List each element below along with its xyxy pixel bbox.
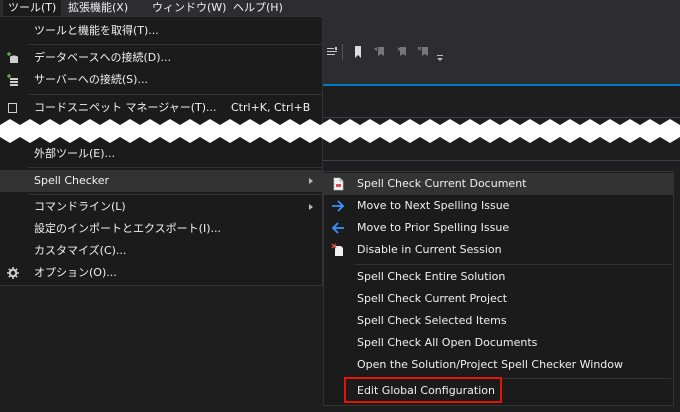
submenu-item-label: Move to Next Spelling Issue — [357, 199, 510, 212]
menu-item-connect-server[interactable]: サーバーへの接続(S)... — [0, 69, 322, 91]
submenu-item-label: Spell Check Current Document — [357, 177, 527, 190]
menu-tools[interactable]: ツール(T) — [2, 0, 63, 16]
menu-item-shortcut: Ctrl+K, Ctrl+B — [231, 101, 311, 114]
spell-check-current-document[interactable]: Spell Check Current Document — [324, 173, 673, 195]
prev-bookmark-icon[interactable] — [374, 46, 386, 58]
submenu-separator — [355, 264, 671, 265]
move-to-next-spelling-issue[interactable]: Move to Next Spelling Issue — [324, 195, 673, 217]
menu-item-external-tools[interactable]: 外部ツール(E)... — [0, 143, 322, 165]
clear-bookmarks-icon[interactable] — [418, 46, 430, 58]
open-spell-checker-window[interactable]: Open the Solution/Project Spell Checker … — [324, 354, 673, 376]
menu-item-label: 設定のインポートとエクスポート(I)... — [34, 222, 221, 235]
menu-item-label: コードスニペット マネージャー(T)... — [34, 101, 217, 114]
bookmark-icon[interactable] — [352, 46, 364, 58]
spell-check-current-project[interactable]: Spell Check Current Project — [324, 288, 673, 310]
screenshot-cut — [0, 119, 680, 143]
menu-separator — [28, 94, 322, 95]
menu-item-label: カスタマイズ(C)... — [34, 244, 127, 257]
menu-item-label: データベースへの接続(D)... — [34, 51, 171, 64]
tools-menu: ツールと機能を取得(T)... データベースへの接続(D)... サーバーへの接… — [0, 16, 323, 286]
menu-item-snippet-manager[interactable]: コードスニペット マネージャー(T)... Ctrl+K, Ctrl+B — [0, 97, 322, 119]
snippet-icon — [8, 103, 17, 113]
next-bookmark-icon[interactable] — [396, 46, 408, 58]
menu-item-label: ツールと機能を取得(T)... — [34, 24, 159, 37]
format-icon[interactable] — [326, 46, 338, 58]
submenu-item-label: Open the Solution/Project Spell Checker … — [357, 358, 624, 371]
submenu-item-label: Spell Check Current Project — [357, 292, 508, 305]
submenu-arrow-icon — [309, 204, 313, 210]
menu-help[interactable]: ヘルプ(H) — [227, 0, 289, 16]
submenu-item-label: Spell Check Selected Items — [357, 314, 507, 327]
gear-icon — [7, 267, 19, 279]
menu-item-spell-checker[interactable]: Spell Checker — [0, 170, 322, 192]
panel-divider — [322, 160, 680, 161]
toolbar-separator — [342, 44, 343, 60]
menu-item-get-tools[interactable]: ツールと機能を取得(T)... — [0, 20, 322, 42]
database-connect-icon — [7, 52, 18, 63]
menu-item-customize[interactable]: カスタマイズ(C)... — [0, 240, 322, 262]
editor-toolbar — [322, 16, 680, 84]
menu-extensions[interactable]: 拡張機能(X) — [62, 0, 134, 16]
active-tab-accent — [322, 84, 680, 86]
menu-item-label: オプション(O)... — [34, 266, 117, 279]
spell-checker-submenu: Spell Check Current Document Move to Nex… — [323, 171, 674, 406]
menu-item-label: コマンドライン(L) — [34, 200, 126, 213]
menu-item-label: サーバーへの接続(S)... — [34, 73, 148, 86]
spell-check-all-open-documents[interactable]: Spell Check All Open Documents — [324, 332, 673, 354]
submenu-item-label: Spell Check All Open Documents — [357, 336, 538, 349]
menu-item-connect-database[interactable]: データベースへの接続(D)... — [0, 47, 322, 69]
menu-item-import-export[interactable]: 設定のインポートとエクスポート(I)... — [0, 218, 322, 240]
menu-item-label: Spell Checker — [34, 174, 110, 187]
move-to-prior-spelling-issue[interactable]: Move to Prior Spelling Issue — [324, 217, 673, 239]
arrow-right-icon — [332, 200, 345, 212]
disable-session-icon — [331, 243, 343, 256]
highlight-annotation — [344, 377, 502, 403]
menu-separator — [28, 194, 322, 195]
spell-check-selected-items[interactable]: Spell Check Selected Items — [324, 310, 673, 332]
menu-separator — [28, 44, 322, 45]
submenu-arrow-icon — [309, 178, 313, 184]
disable-in-current-session[interactable]: Disable in Current Session — [324, 239, 673, 261]
submenu-item-label: Disable in Current Session — [357, 243, 502, 256]
menu-item-label: 外部ツール(E)... — [34, 147, 116, 160]
server-connect-icon — [7, 74, 18, 86]
menu-item-options[interactable]: オプション(O)... — [0, 262, 322, 284]
panel-divider — [322, 117, 680, 118]
toolbar-overflow-icon[interactable] — [436, 54, 444, 62]
menu-bar: ツール(T) 拡張機能(X) ウィンドウ(W) ヘルプ(H) — [0, 0, 680, 16]
submenu-item-label: Spell Check Entire Solution — [357, 270, 506, 283]
arrow-left-icon — [331, 222, 344, 234]
menu-item-command-line[interactable]: コマンドライン(L) — [0, 196, 322, 218]
menu-separator — [28, 167, 322, 168]
spell-check-entire-solution[interactable]: Spell Check Entire Solution — [324, 266, 673, 288]
menu-window[interactable]: ウィンドウ(W) — [146, 0, 232, 16]
document-icon — [333, 177, 344, 191]
submenu-item-label: Move to Prior Spelling Issue — [357, 221, 510, 234]
